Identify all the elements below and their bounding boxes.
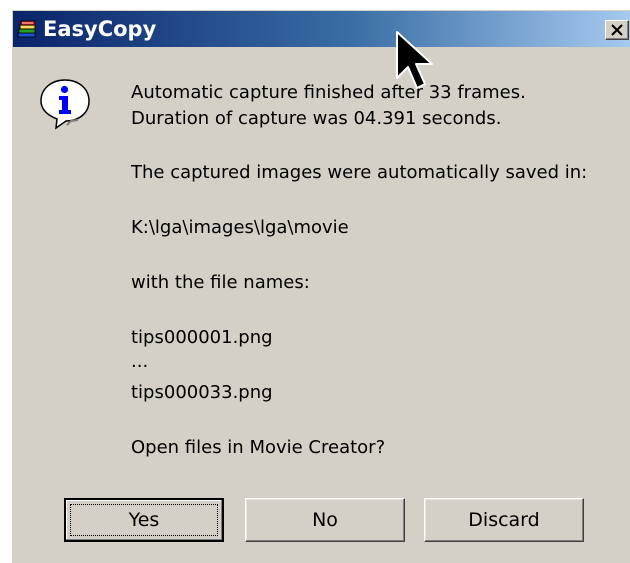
save-path: K:\lga\images\lga\movie	[131, 217, 349, 238]
no-button-label: No	[312, 509, 338, 531]
yes-button[interactable]: Yes	[64, 498, 224, 542]
first-file-name: tips000001.png	[131, 327, 273, 348]
info-icon	[40, 79, 90, 130]
close-icon	[611, 24, 623, 36]
close-button[interactable]	[605, 20, 629, 40]
capture-duration-line: Duration of capture was 04.391 seconds.	[131, 108, 502, 129]
capture-summary-line: Automatic capture finished after 33 fram…	[131, 82, 526, 103]
title-bar[interactable]: EasyCopy	[13, 11, 630, 47]
open-in-movie-creator-prompt: Open files in Movie Creator?	[131, 437, 386, 458]
window-title: EasyCopy	[43, 17, 157, 41]
saved-location-label: The captured images were automatically s…	[131, 162, 588, 183]
discard-button-label: Discard	[468, 509, 540, 531]
mouse-cursor-icon	[396, 31, 433, 89]
yes-button-label: Yes	[128, 509, 160, 531]
last-file-name: tips000033.png	[131, 382, 273, 403]
file-range-ellipsis: ...	[131, 351, 149, 372]
no-button[interactable]: No	[245, 498, 405, 542]
easycopy-dialog: EasyCopy Automatic capture finished afte…	[12, 10, 630, 563]
file-names-label: with the file names:	[131, 272, 310, 293]
discard-button[interactable]: Discard	[424, 498, 584, 542]
books-stack-icon	[17, 20, 36, 38]
